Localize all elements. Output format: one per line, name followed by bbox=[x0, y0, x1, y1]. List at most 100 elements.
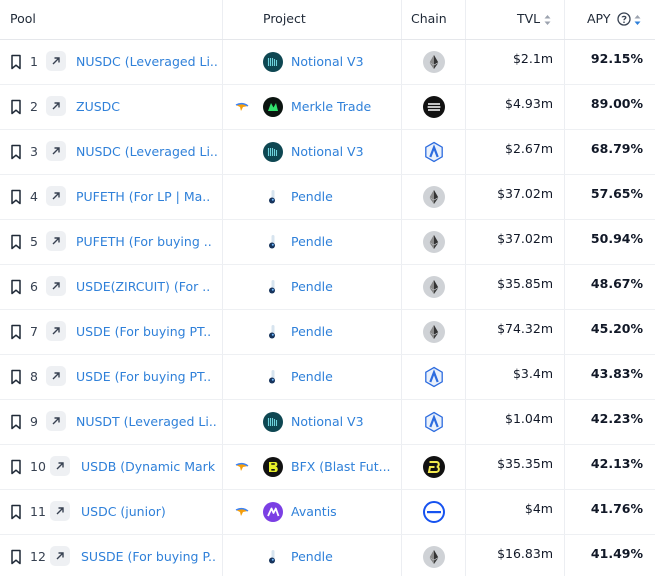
pool-name-link[interactable]: USDC (junior) bbox=[81, 504, 166, 519]
tvl-value: $16.83m bbox=[497, 546, 553, 561]
apy-column-header[interactable]: APY bbox=[587, 11, 610, 26]
bookmark-icon[interactable] bbox=[10, 504, 22, 520]
arbitrum-icon bbox=[423, 366, 445, 388]
tvl-column-header[interactable]: TVL bbox=[517, 11, 540, 26]
table-row[interactable]: 6 USDE(ZIRCUIT) (For .. Pendle $35.85m 48.67… bbox=[0, 265, 655, 310]
sort-icon[interactable] bbox=[544, 14, 551, 26]
project-name-link[interactable]: Pendle bbox=[291, 369, 333, 384]
pool-name-link[interactable]: USDE (For buying PT.. bbox=[76, 324, 211, 339]
row-rank: 11 bbox=[30, 504, 46, 519]
bookmark-icon[interactable] bbox=[10, 414, 22, 430]
pool-name-link[interactable]: SUSDE (For buying P.. bbox=[81, 549, 216, 564]
ethereum-icon bbox=[423, 321, 445, 343]
project-name-link[interactable]: Notional V3 bbox=[291, 144, 364, 159]
pool-name-link[interactable]: ZUSDC bbox=[76, 99, 120, 114]
apy-value: 45.20% bbox=[590, 321, 643, 336]
sort-desc-active-icon[interactable] bbox=[634, 14, 641, 26]
bookmark-icon[interactable] bbox=[10, 549, 22, 565]
external-link-icon[interactable] bbox=[46, 231, 66, 251]
project-name-link[interactable]: Pendle bbox=[291, 549, 333, 564]
ethereum-icon bbox=[423, 231, 445, 253]
notional-icon bbox=[263, 52, 283, 72]
apy-value: 42.23% bbox=[590, 411, 643, 426]
project-column-header[interactable]: Project bbox=[263, 11, 306, 26]
apy-value: 57.65% bbox=[590, 186, 643, 201]
table-row[interactable]: 1 NUSDC (Leveraged Li.. Notional V3 $2.1m 92… bbox=[0, 40, 655, 85]
row-rank: 5 bbox=[30, 234, 38, 249]
ethereum-icon bbox=[423, 51, 445, 73]
tvl-value: $37.02m bbox=[497, 231, 553, 246]
pool-name-link[interactable]: NUSDT (Leveraged Li.. bbox=[76, 414, 217, 429]
pool-name-link[interactable]: PUFETH (For buying .. bbox=[76, 234, 212, 249]
pool-name-link[interactable]: PUFETH (For LP | Ma.. bbox=[76, 189, 210, 204]
bookmark-icon[interactable] bbox=[10, 234, 22, 250]
table-row[interactable]: 10 USDB (Dynamic Mark BFX (Blast Fut... $35… bbox=[0, 445, 655, 490]
bookmark-icon[interactable] bbox=[10, 144, 22, 160]
apy-value: 68.79% bbox=[590, 141, 643, 156]
pool-name-link[interactable]: USDE (For buying PT.. bbox=[76, 369, 211, 384]
bookmark-icon[interactable] bbox=[10, 189, 22, 205]
project-name-link[interactable]: Avantis bbox=[291, 504, 337, 519]
external-link-icon[interactable] bbox=[46, 96, 66, 116]
project-name-link[interactable]: Pendle bbox=[291, 189, 333, 204]
pendle-icon bbox=[263, 232, 283, 252]
help-circle-icon[interactable] bbox=[617, 12, 631, 26]
bookmark-icon[interactable] bbox=[10, 279, 22, 295]
project-name-link[interactable]: BFX (Blast Fut... bbox=[291, 459, 391, 474]
project-name-link[interactable]: Notional V3 bbox=[291, 414, 364, 429]
external-link-icon[interactable] bbox=[46, 141, 66, 161]
apy-value: 50.94% bbox=[590, 231, 643, 246]
external-link-icon[interactable] bbox=[50, 456, 70, 476]
project-name-link[interactable]: Pendle bbox=[291, 324, 333, 339]
table-row[interactable]: 11 USDC (junior) Avantis $4m 41.76% bbox=[0, 490, 655, 535]
pendle-icon bbox=[263, 187, 283, 207]
external-link-icon[interactable] bbox=[50, 501, 70, 521]
bookmark-icon[interactable] bbox=[10, 369, 22, 385]
external-link-icon[interactable] bbox=[46, 366, 66, 386]
bookmark-icon[interactable] bbox=[10, 324, 22, 340]
project-name-link[interactable]: Pendle bbox=[291, 279, 333, 294]
row-rank: 7 bbox=[30, 324, 38, 339]
pool-column-header[interactable]: Pool bbox=[10, 11, 36, 26]
tvl-value: $2.67m bbox=[505, 141, 553, 156]
bookmark-icon[interactable] bbox=[10, 99, 22, 115]
project-name-link[interactable]: Merkle Trade bbox=[291, 99, 371, 114]
table-row[interactable]: 5 PUFETH (For buying .. Pendle $37.02m 50.94… bbox=[0, 220, 655, 265]
tvl-value: $3.4m bbox=[512, 366, 553, 381]
chain-column-header[interactable]: Chain bbox=[411, 11, 447, 26]
tvl-value: $1.04m bbox=[505, 411, 553, 426]
project-name-link[interactable]: Pendle bbox=[291, 234, 333, 249]
apy-value: 41.49% bbox=[590, 546, 643, 561]
bookmark-icon[interactable] bbox=[10, 54, 22, 70]
table-row[interactable]: 12 SUSDE (For buying P.. Pendle $16.83m 41.4… bbox=[0, 535, 655, 576]
pool-name-link[interactable]: USDE(ZIRCUIT) (For .. bbox=[76, 279, 210, 294]
external-link-icon[interactable] bbox=[50, 546, 70, 566]
row-rank: 10 bbox=[30, 459, 46, 474]
project-name-link[interactable]: Notional V3 bbox=[291, 54, 364, 69]
arbitrum-icon bbox=[423, 141, 445, 163]
table-row[interactable]: 2 ZUSDC Merkle Trade $4.93m 89.00% bbox=[0, 85, 655, 130]
row-rank: 1 bbox=[30, 54, 38, 69]
pool-name-link[interactable]: NUSDC (Leveraged Li.. bbox=[76, 144, 218, 159]
table-row[interactable]: 7 USDE (For buying PT.. Pendle $74.32m 45.20… bbox=[0, 310, 655, 355]
table-row[interactable]: 3 NUSDC (Leveraged Li.. Notional V3 $2.67m 6… bbox=[0, 130, 655, 175]
table-row[interactable]: 4 PUFETH (For LP | Ma.. Pendle $37.02m 57.65… bbox=[0, 175, 655, 220]
tvl-value: $35.85m bbox=[497, 276, 553, 291]
external-link-icon[interactable] bbox=[46, 411, 66, 431]
pendle-icon bbox=[263, 277, 283, 297]
table-row[interactable]: 8 USDE (For buying PT.. Pendle $3.4m 43.83% bbox=[0, 355, 655, 400]
ethereum-icon bbox=[423, 276, 445, 298]
apy-value: 41.76% bbox=[590, 501, 643, 516]
row-rank: 6 bbox=[30, 279, 38, 294]
bookmark-icon[interactable] bbox=[10, 459, 22, 475]
row-rank: 12 bbox=[30, 549, 46, 564]
pool-name-link[interactable]: USDB (Dynamic Mark bbox=[81, 459, 215, 474]
external-link-icon[interactable] bbox=[46, 276, 66, 296]
ethereum-icon bbox=[423, 186, 445, 208]
external-link-icon[interactable] bbox=[46, 186, 66, 206]
external-link-icon[interactable] bbox=[46, 321, 66, 341]
external-link-icon[interactable] bbox=[46, 51, 66, 71]
table-row[interactable]: 9 NUSDT (Leveraged Li.. Notional V3 $1.04m 4… bbox=[0, 400, 655, 445]
pool-name-link[interactable]: NUSDC (Leveraged Li.. bbox=[76, 54, 218, 69]
arbitrum-icon bbox=[423, 411, 445, 433]
